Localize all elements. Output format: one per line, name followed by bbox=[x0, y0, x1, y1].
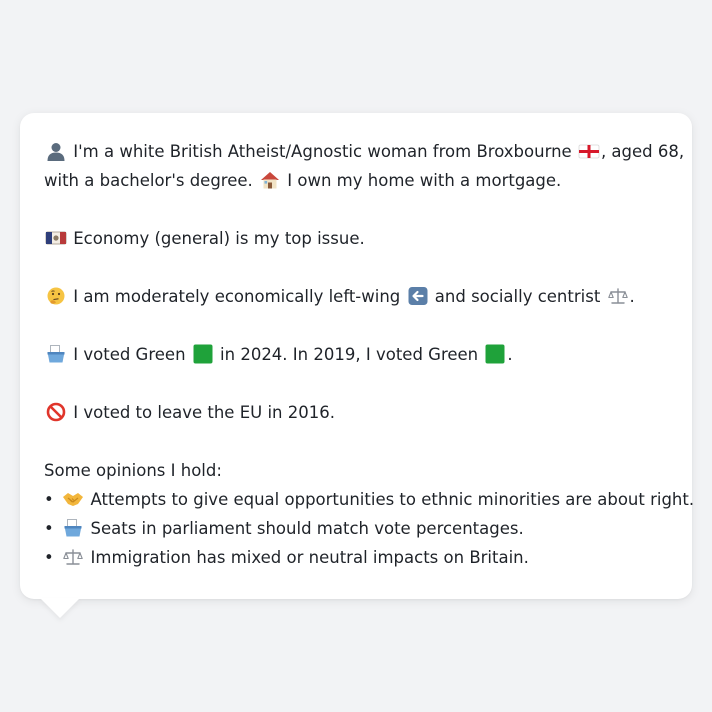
economic-position-text: I am moderately economically left-wing bbox=[73, 287, 401, 306]
opinion-text: Seats in parliament should match vote pe… bbox=[90, 519, 524, 538]
handshake-icon bbox=[62, 489, 84, 509]
top-issue-text: Economy (general) is my top issue. bbox=[73, 229, 365, 248]
speech-bubble-tail bbox=[40, 598, 80, 618]
list-item: • Attempts to give equal opportunities t… bbox=[44, 485, 694, 514]
brexit-paragraph: I voted to leave the EU in 2016. bbox=[44, 398, 672, 427]
home-ownership-text: I own my home with a mortgage. bbox=[287, 171, 562, 190]
bullet-dot: • bbox=[44, 548, 54, 567]
house-icon bbox=[259, 170, 281, 190]
money-icon bbox=[45, 228, 67, 248]
bullet-dot: • bbox=[44, 490, 54, 509]
balance-scale-icon bbox=[62, 547, 84, 567]
england-flag-icon bbox=[578, 141, 600, 161]
brexit-text: I voted to leave the EU in 2016. bbox=[73, 403, 335, 422]
education-text: with a bachelor's degree. bbox=[44, 171, 253, 190]
identity-text: I'm a white British Atheist/Agnostic wom… bbox=[73, 142, 572, 161]
prohibited-icon bbox=[45, 402, 67, 422]
opinion-text: Attempts to give equal opportunities to … bbox=[90, 490, 695, 509]
thinking-face-icon bbox=[45, 286, 67, 306]
ideology-paragraph: I am moderately economically left-wing a… bbox=[44, 282, 672, 311]
balance-scale-icon bbox=[607, 286, 629, 306]
bullet-dot: • bbox=[44, 519, 54, 538]
profile-card: I'm a white British Atheist/Agnostic wom… bbox=[20, 113, 694, 599]
top-issue-paragraph: Economy (general) is my top issue. bbox=[44, 224, 672, 253]
opinions-heading: Some opinions I hold: bbox=[44, 461, 222, 480]
vote-2019-text: in 2024. In 2019, I voted Green bbox=[220, 345, 479, 364]
list-item: • Seats in parliament should match vote … bbox=[44, 514, 672, 543]
list-item: • Immigration has mixed or neutral impac… bbox=[44, 543, 672, 572]
person-silhouette-icon bbox=[45, 141, 67, 161]
vote-2024-text: I voted Green bbox=[73, 345, 186, 364]
opinion-text: Immigration has mixed or neutral impacts… bbox=[90, 548, 529, 567]
ballot-box-icon bbox=[45, 344, 67, 364]
opinions-section: Some opinions I hold: • Attempts to give… bbox=[44, 456, 694, 572]
ideology-period: . bbox=[629, 287, 635, 306]
votes-paragraph: I voted Green in 2024. In 2019, I voted … bbox=[44, 340, 672, 369]
left-arrow-icon bbox=[407, 286, 429, 306]
votes-period: . bbox=[507, 345, 513, 364]
age-text: , aged 68, bbox=[600, 142, 685, 161]
green-square-icon bbox=[484, 344, 506, 364]
green-square-icon bbox=[192, 344, 214, 364]
ballot-box-icon bbox=[62, 518, 84, 538]
identity-paragraph: I'm a white British Atheist/Agnostic wom… bbox=[44, 137, 684, 195]
social-position-text: and socially centrist bbox=[434, 287, 601, 306]
